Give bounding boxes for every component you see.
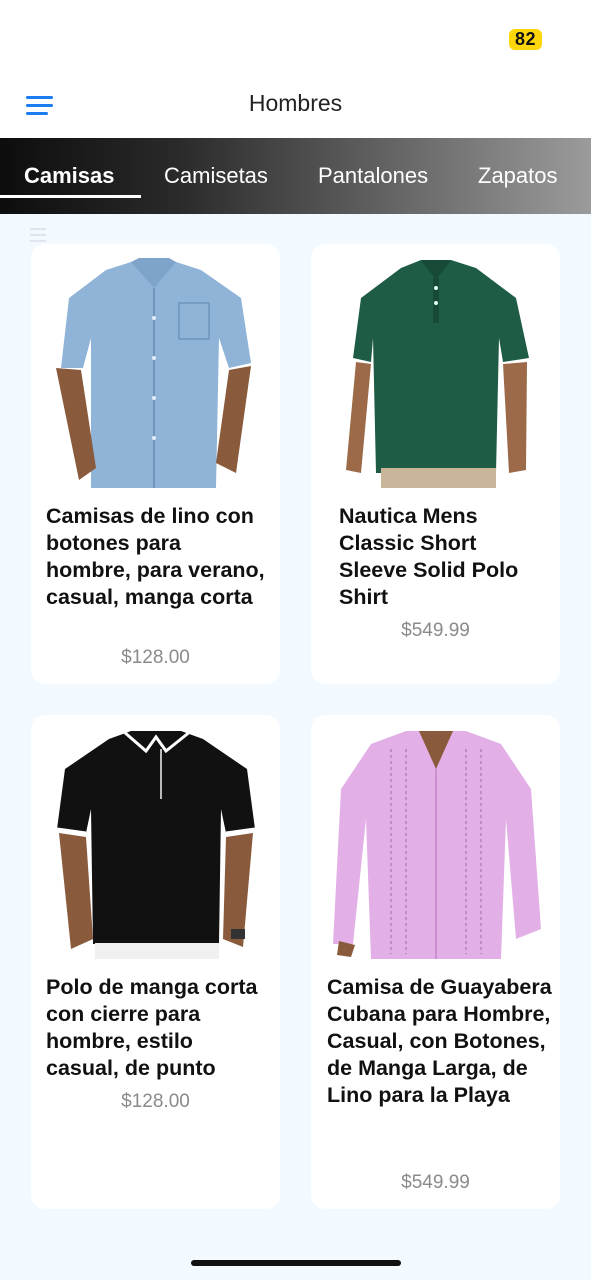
product-title: Polo de manga corta con cierre para homb… xyxy=(46,975,258,1080)
product-title: Camisa de Guayabera Cubana para Hombre, … xyxy=(327,975,552,1107)
light-blue-linen-shirt-photo xyxy=(51,258,261,488)
product-card[interactable]: Nautica Mens Classic Short Sleeve Solid … xyxy=(311,244,560,684)
green-polo-shirt-photo xyxy=(331,258,541,488)
product-card[interactable]: Polo de manga corta con cierre para homb… xyxy=(31,715,280,1209)
product-card[interactable]: Camisas de lino con botones para hombre,… xyxy=(31,244,280,684)
battery-indicator: 82 xyxy=(509,29,542,50)
tab-zapatos[interactable]: Zapatos xyxy=(478,138,558,214)
active-tab-indicator xyxy=(0,195,141,198)
product-price: $549.99 xyxy=(401,620,470,641)
product-title: Nautica Mens Classic Short Sleeve Solid … xyxy=(339,504,519,609)
product-price: $128.00 xyxy=(121,1091,190,1112)
category-tab-bar: Camisas Camisetas Pantalones Zapatos xyxy=(0,138,591,214)
product-price: $549.99 xyxy=(401,1172,470,1193)
app-header: Hombres xyxy=(0,76,591,138)
pink-guayabera-shirt-photo xyxy=(331,729,541,959)
black-zip-polo-photo xyxy=(51,729,261,959)
tab-camisetas[interactable]: Camisetas xyxy=(164,138,268,214)
page-title: Hombres xyxy=(248,90,343,116)
faded-list-icon xyxy=(30,228,46,242)
product-price: $128.00 xyxy=(121,647,190,668)
tab-camisas[interactable]: Camisas xyxy=(24,138,115,214)
product-title: Camisas de lino con botones para hombre,… xyxy=(46,504,265,609)
product-card[interactable]: Camisa de Guayabera Cubana para Hombre, … xyxy=(311,715,560,1209)
status-bar: 82 xyxy=(0,0,591,76)
home-indicator[interactable] xyxy=(191,1260,401,1266)
tab-pantalones[interactable]: Pantalones xyxy=(318,138,428,214)
